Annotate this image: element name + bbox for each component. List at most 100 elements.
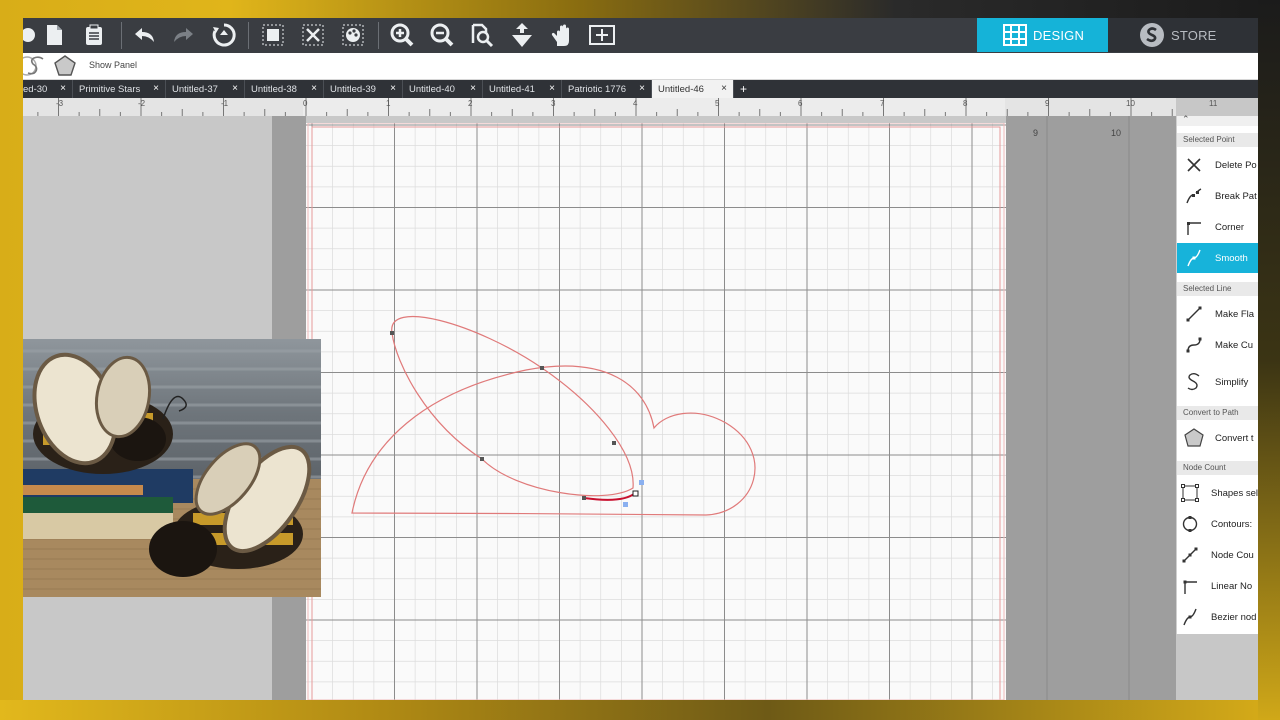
shapes-selected-icon <box>1179 482 1201 504</box>
selected-line-header: Selected Line <box>1177 282 1258 296</box>
bee-wing-outline[interactable] <box>391 315 634 497</box>
tab-untitled-40[interactable]: Untitled-40 × <box>403 80 483 98</box>
path-node[interactable] <box>540 366 544 370</box>
canvas-number: 10 <box>1111 128 1122 138</box>
canvas-number: 9 <box>1033 128 1039 138</box>
ruler-number: -3 <box>56 99 64 108</box>
close-tab-icon[interactable]: × <box>60 83 66 94</box>
rotate-icon[interactable] <box>209 20 239 50</box>
contours-row: Contours: <box>1177 509 1258 539</box>
fit-page-icon[interactable] <box>587 20 617 50</box>
tab-primitive-stars[interactable]: Primitive Stars × <box>73 80 166 98</box>
path-node[interactable] <box>480 457 484 461</box>
linear-nodes-label: Linear No <box>1211 580 1253 592</box>
close-tab-icon[interactable]: × <box>390 83 396 94</box>
close-tab-icon[interactable]: × <box>153 83 159 94</box>
smooth-label: Smooth <box>1215 252 1248 264</box>
path-node[interactable] <box>582 496 586 500</box>
ruler-number: 9 <box>1045 99 1050 108</box>
design-workspace[interactable]: 9 10 <box>23 116 1176 700</box>
convert-to-path-button[interactable]: Convert t <box>1177 423 1258 453</box>
close-tab-icon[interactable]: × <box>470 83 476 94</box>
undo-icon[interactable] <box>129 20 159 50</box>
path-node[interactable] <box>390 331 394 335</box>
group-icon[interactable] <box>258 20 288 50</box>
selected-segment[interactable] <box>583 492 636 501</box>
move-down-icon[interactable] <box>507 20 537 50</box>
pan-hand-icon[interactable] <box>547 20 577 50</box>
tab-untitled-38[interactable]: Untitled-38 × <box>245 80 324 98</box>
delete-point-button[interactable]: Delete Po <box>1177 150 1258 180</box>
redo-icon[interactable] <box>169 20 199 50</box>
ruler-number: 0 <box>303 99 308 108</box>
corner-label: Corner <box>1215 221 1245 233</box>
text-s-icon[interactable] <box>27 54 47 78</box>
add-tab-button[interactable]: + <box>735 80 752 98</box>
ruler-number: 3 <box>551 99 556 108</box>
workspace-margin-right: 9 10 <box>1006 116 1176 700</box>
silhouette-logo-icon <box>1139 22 1165 48</box>
ruler-number: 8 <box>963 99 968 108</box>
tab-label: Primitive Stars <box>79 83 141 95</box>
cutting-mat-page[interactable] <box>306 123 1006 700</box>
tab-untitled-39[interactable]: Untitled-39 × <box>324 80 403 98</box>
tab-untitled-46[interactable]: Untitled-46 × <box>652 80 734 98</box>
bezier-handle[interactable] <box>623 502 628 507</box>
bezier-nodes-label: Bezier nod <box>1211 611 1257 623</box>
linear-nodes-row: Linear No <box>1177 571 1258 601</box>
make-curved-button[interactable]: Make Cu <box>1177 330 1258 360</box>
simplify-button[interactable]: Simplify <box>1177 367 1258 397</box>
zoom-out-icon[interactable] <box>427 20 457 50</box>
panel-toolbar: Show Panel <box>23 53 1258 80</box>
make-flat-button[interactable]: Make Fla <box>1177 299 1258 329</box>
ruler-number: 6 <box>798 99 803 108</box>
ungroup-icon[interactable] <box>298 20 328 50</box>
ruler-number: 2 <box>468 99 473 108</box>
tab-untitled-30[interactable]: ed-30 × <box>23 80 73 98</box>
close-tab-icon[interactable]: × <box>311 83 317 94</box>
close-tab-icon[interactable]: × <box>232 83 238 94</box>
close-tab-icon[interactable]: × <box>721 83 727 94</box>
ruler-number: 10 <box>1126 99 1135 108</box>
path-node[interactable] <box>612 441 616 445</box>
close-tab-icon[interactable]: × <box>639 83 645 94</box>
convert-to-path-header: Convert to Path <box>1177 406 1258 420</box>
break-path-button[interactable]: Break Pat <box>1177 181 1258 211</box>
zoom-in-icon[interactable] <box>387 20 417 50</box>
tab-label: Untitled-38 <box>251 83 297 95</box>
zoom-select-icon[interactable] <box>467 20 497 50</box>
grid-icon <box>1003 24 1027 46</box>
color-palette-icon[interactable] <box>338 20 368 50</box>
close-tab-icon[interactable]: × <box>549 83 555 94</box>
document-tabs: ed-30 × Primitive Stars × Untitled-37 × Unt… <box>23 80 1258 98</box>
point-editing-panel: ⌃ Selected Point Delete Po Break Pat Cor… <box>1176 114 1258 634</box>
selected-node[interactable] <box>632 490 639 497</box>
tab-patriotic-1776[interactable]: Patriotic 1776 × <box>562 80 652 98</box>
simplify-s-icon <box>1183 371 1205 393</box>
shapes-selected-label: Shapes sel <box>1211 487 1258 499</box>
smooth-button[interactable]: Smooth <box>1177 243 1258 273</box>
break-path-icon <box>1183 185 1205 207</box>
tab-label: Untitled-37 <box>172 83 218 95</box>
main-toolbar: DESIGN STORE <box>23 18 1258 53</box>
new-file-icon[interactable] <box>39 20 69 50</box>
corner-button[interactable]: Corner <box>1177 212 1258 242</box>
store-mode-button[interactable]: STORE <box>1108 18 1258 52</box>
store-mode-label: STORE <box>1171 27 1217 43</box>
shapes-selected-row: Shapes sel <box>1177 478 1258 508</box>
collapse-chevron-icon[interactable]: ⌃ <box>1182 114 1190 125</box>
tab-untitled-41[interactable]: Untitled-41 × <box>483 80 562 98</box>
bee-wing-cut-path[interactable] <box>306 123 1006 700</box>
show-panel-link[interactable]: Show Panel <box>89 60 137 70</box>
design-mode-button[interactable]: DESIGN <box>977 18 1108 52</box>
tab-untitled-37[interactable]: Untitled-37 × <box>166 80 245 98</box>
smooth-icon <box>1183 247 1205 269</box>
pentagon-icon[interactable] <box>52 54 78 78</box>
make-flat-label: Make Fla <box>1215 308 1255 320</box>
panel-header: ⌃ <box>1177 114 1258 126</box>
ruler-ticks <box>37 98 1173 116</box>
clipboard-icon[interactable] <box>79 20 109 50</box>
bezier-handle[interactable] <box>639 480 644 485</box>
bee-body-outline[interactable] <box>351 365 756 516</box>
toolbar-separator <box>121 22 122 49</box>
